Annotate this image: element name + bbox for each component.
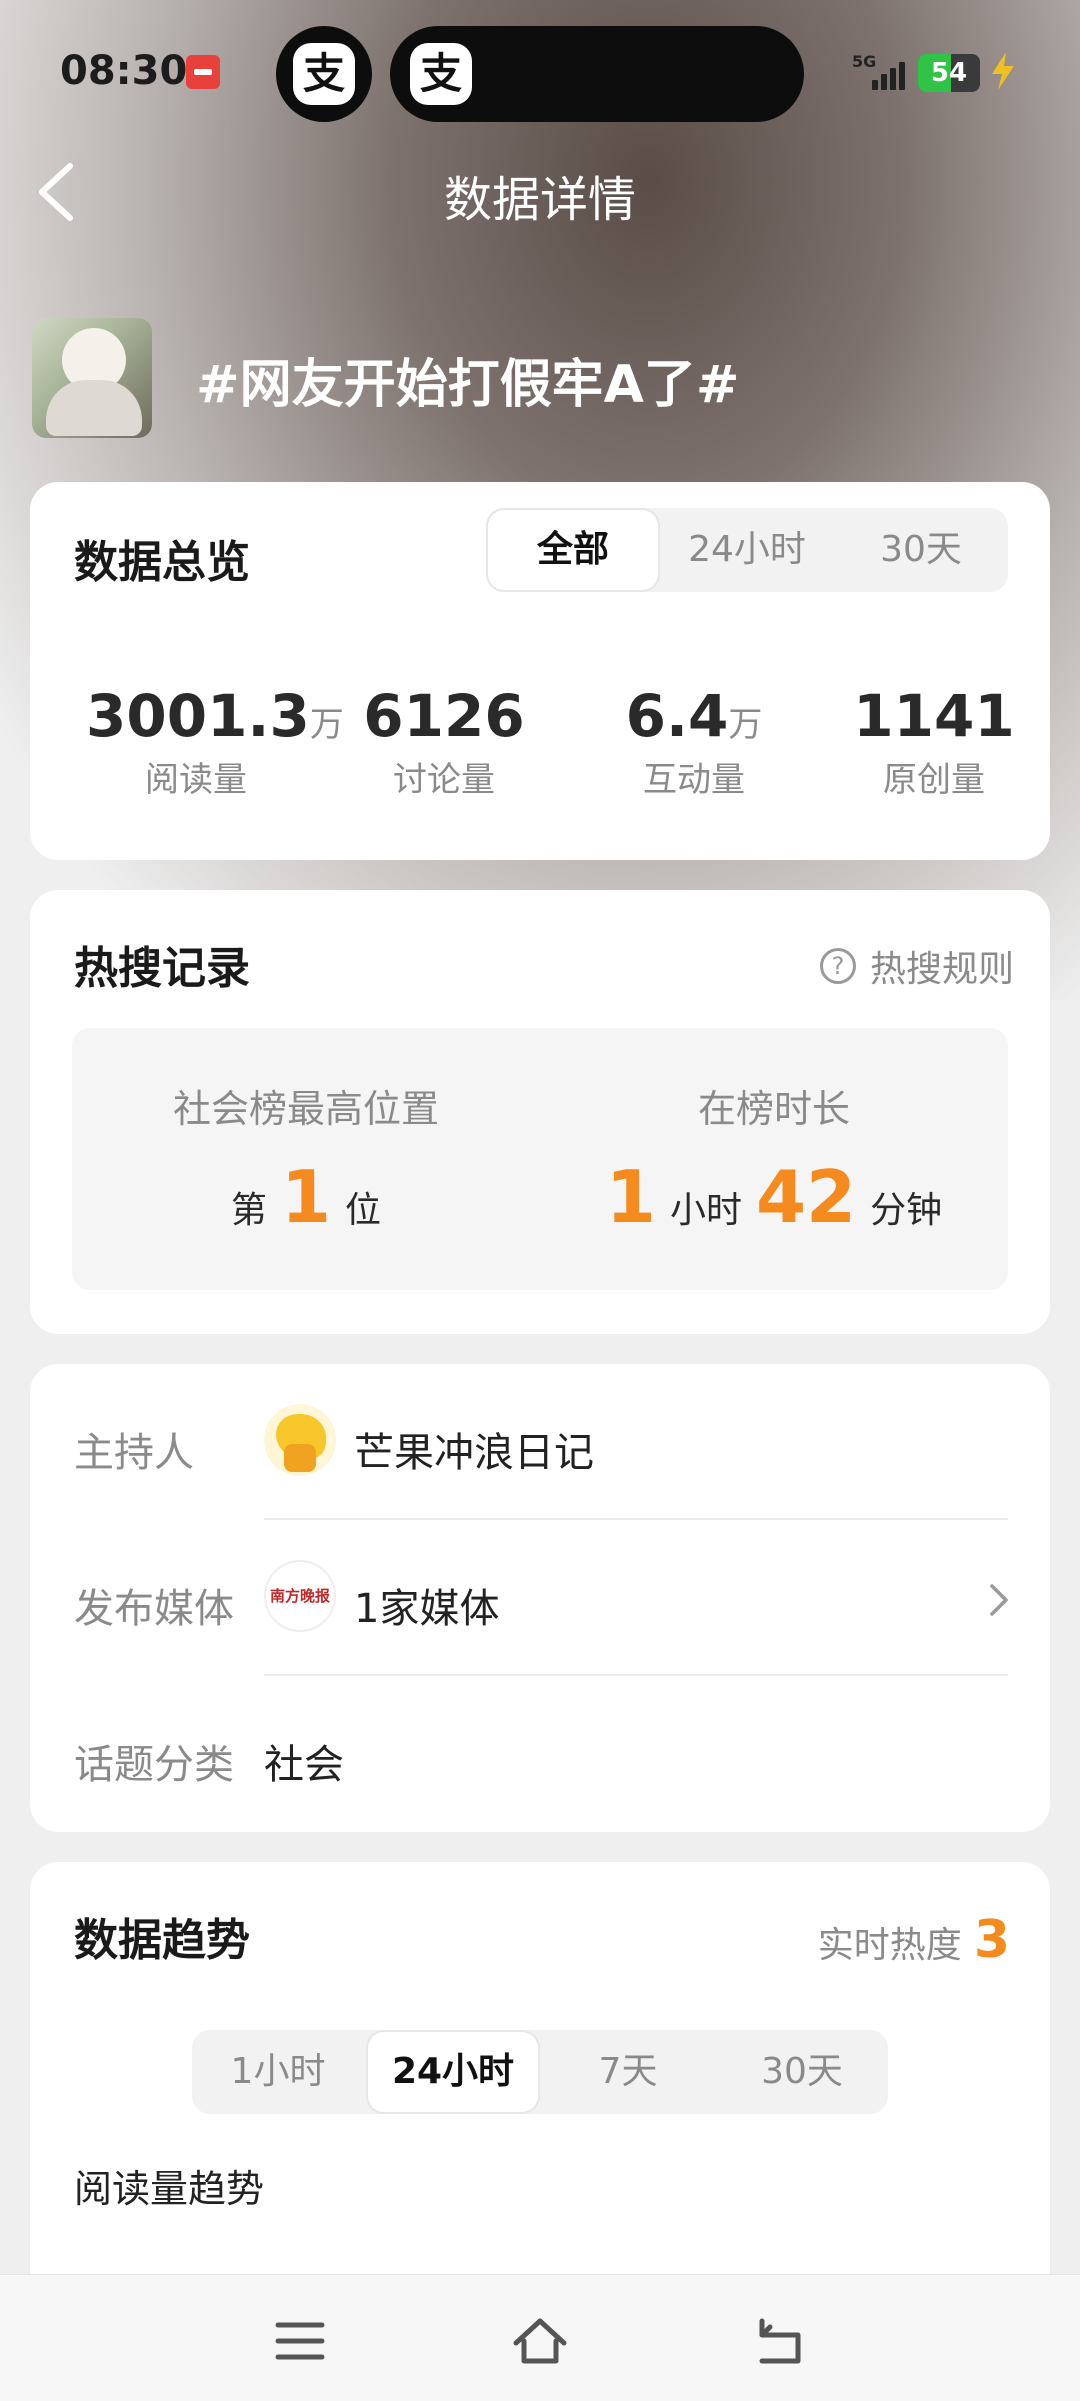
duration-label: 在榜时长 <box>697 1087 850 1131</box>
overview-title: 数据总览 <box>74 537 250 588</box>
rank-suffix: 位 <box>345 1190 382 1231</box>
rules-label: 热搜规则 <box>869 949 1014 990</box>
duration-minutes: 42 <box>755 1155 857 1239</box>
back-nav-icon[interactable] <box>750 2313 810 2369</box>
heat-label: 实时热度 <box>817 1925 962 1966</box>
category-row: 话题分类 社会 <box>30 1676 1050 1832</box>
chevron-right-icon <box>990 1584 1008 1616</box>
heat-value: 3 <box>973 1910 1010 1970</box>
media-logo-avatar: 南方晚报 <box>264 1560 336 1632</box>
topic-info-card: 主持人 芒果冲浪日记 发布媒体 南方晚报 1家媒体 话题分类 社会 <box>30 1364 1050 1832</box>
hot-search-card: 热搜记录 ? 热搜规则 社会榜最高位置 第 1 位 在榜时长 1 小时 42 分… <box>30 890 1050 1334</box>
stat-value: 3001.3 <box>86 682 310 750</box>
on-list-duration: 在榜时长 1 小时 42 分钟 <box>540 1078 1008 1233</box>
signal-icon <box>868 58 908 90</box>
dynamic-island: 支 <box>390 26 804 122</box>
duration-hours: 1 <box>605 1155 656 1239</box>
help-icon: ? <box>819 948 856 984</box>
stat-originals: 1141 原创量 <box>824 682 1044 801</box>
host-label: 主持人 <box>74 1430 194 1476</box>
stat-interactions: 6.4万 互动量 <box>584 682 804 801</box>
minutes-unit: 分钟 <box>870 1190 943 1231</box>
hot-search-summary: 社会榜最高位置 第 1 位 在榜时长 1 小时 42 分钟 <box>72 1028 1008 1290</box>
category-label: 话题分类 <box>74 1742 234 1788</box>
stat-unit: 万 <box>728 705 763 745</box>
stat-reads: 3001.3万 阅读量 <box>86 682 344 801</box>
host-row[interactable]: 主持人 芒果冲浪日记 <box>30 1364 1050 1520</box>
hours-unit: 小时 <box>669 1190 742 1231</box>
media-row[interactable]: 发布媒体 南方晚报 1家媒体 <box>30 1520 1050 1676</box>
alipay-icon: 支 <box>293 43 355 105</box>
status-time: 08:30 <box>60 48 188 94</box>
charging-icon <box>992 52 1014 90</box>
mango-mascot-avatar <box>264 1404 336 1476</box>
page-title: 数据详情 <box>443 172 636 228</box>
overview-range-tabs: 全部 24小时 30天 <box>486 508 1008 592</box>
alipay-island-icon: 支 <box>276 26 372 122</box>
trend-title: 数据趋势 <box>74 1915 250 1966</box>
stat-label: 互动量 <box>643 760 745 800</box>
tab-1h[interactable]: 1小时 <box>192 2030 364 2114</box>
tab-24h[interactable]: 24小时 <box>662 508 832 592</box>
notification-icon <box>186 55 220 89</box>
tab-30d[interactable]: 30天 <box>836 508 1006 592</box>
host-name: 芒果冲浪日记 <box>354 1430 594 1476</box>
tab-7d[interactable]: 7天 <box>542 2030 714 2114</box>
tab-24h[interactable]: 24小时 <box>368 2032 538 2112</box>
trend-range-tabs: 1小时 24小时 7天 30天 <box>192 2030 888 2114</box>
alipay-icon: 支 <box>410 43 472 105</box>
hot-search-rules-link[interactable]: ? 热搜规则 <box>819 940 1014 992</box>
menu-icon[interactable] <box>270 2313 330 2369</box>
stat-discussions: 6126 讨论量 <box>334 682 554 801</box>
battery-level: 54 <box>930 58 968 88</box>
home-icon[interactable] <box>510 2313 570 2369</box>
rank-prefix: 第 <box>230 1190 267 1231</box>
system-nav-bar <box>0 2274 1080 2401</box>
tab-all[interactable]: 全部 <box>488 510 658 590</box>
realtime-heat: 实时热度 3 <box>818 1910 1010 1970</box>
topic-thumbnail <box>32 318 152 438</box>
highest-rank-label: 社会榜最高位置 <box>172 1087 439 1131</box>
battery-icon: 54 <box>918 54 980 92</box>
media-label: 发布媒体 <box>74 1586 234 1632</box>
overview-card: 数据总览 全部 24小时 30天 3001.3万 阅读量 6126 讨论量 6.… <box>30 482 1050 860</box>
tab-30d[interactable]: 30天 <box>716 2030 888 2114</box>
status-bar: 08:30 支 支 5G 54 <box>0 0 1080 140</box>
stat-label: 阅读量 <box>145 760 247 800</box>
stat-value: 6.4 <box>625 682 729 750</box>
rank-value: 1 <box>280 1155 332 1239</box>
media-count: 1家媒体 <box>354 1586 500 1632</box>
highest-rank: 社会榜最高位置 第 1 位 <box>72 1078 540 1233</box>
stat-label: 讨论量 <box>393 760 495 800</box>
stat-label: 原创量 <box>883 760 985 800</box>
hot-search-title: 热搜记录 <box>74 943 250 994</box>
topic-title: #网友开始打假牢A了# <box>196 355 740 415</box>
stat-value: 1141 <box>853 682 1015 750</box>
stat-value: 6126 <box>363 682 525 750</box>
reads-trend-label: 阅读量趋势 <box>74 2167 265 2211</box>
category-value: 社会 <box>264 1742 344 1788</box>
